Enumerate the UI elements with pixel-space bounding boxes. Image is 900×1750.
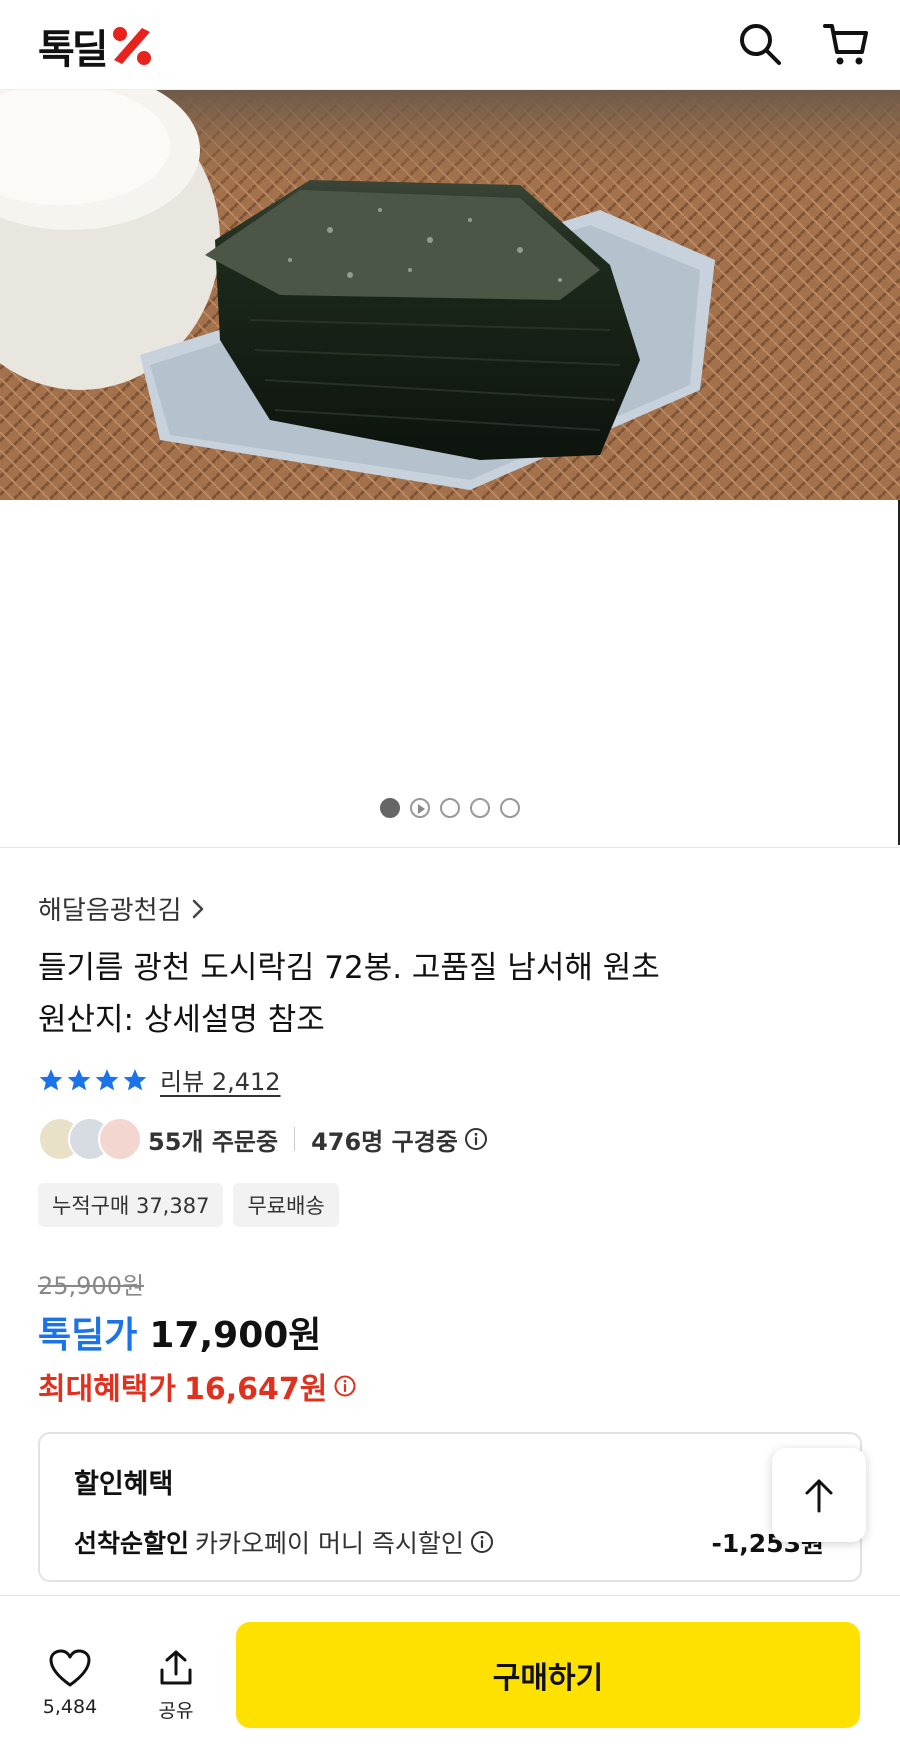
brand-link[interactable]: 해달음광천김 — [38, 890, 206, 927]
product-title: 들기름 광천 도시락김 72봉. 고품질 남서해 원초 원산지: 상세설명 참조 — [38, 942, 858, 1046]
star-icon — [95, 1068, 119, 1090]
search-icon[interactable] — [736, 20, 784, 68]
like-count: 5,484 — [42, 1696, 98, 1718]
section-divider — [0, 847, 900, 848]
product-gallery[interactable] — [0, 90, 900, 845]
title-line: 원산지: 상세설명 참조 — [38, 1002, 325, 1038]
tag-free-shipping: 무료배송 — [233, 1183, 339, 1227]
percent-logo-icon — [112, 27, 151, 65]
tag-cumulative-purchase: 누적구매 37,387 — [38, 1183, 224, 1227]
star-icon — [39, 1068, 63, 1090]
brand-name: 해달음광천김 — [38, 896, 182, 926]
star-rating — [38, 1067, 148, 1093]
info-icon[interactable] — [333, 1374, 357, 1398]
rating-row[interactable]: 리뷰 2,412 — [38, 1062, 281, 1097]
like-button[interactable]: 5,484 — [40, 1648, 100, 1718]
pagination-dot[interactable] — [470, 798, 490, 818]
arrow-up-icon — [805, 1479, 833, 1513]
viewers-count: 476명 구경중 — [311, 1127, 458, 1156]
cart-icon[interactable] — [822, 20, 870, 68]
pagination-dot[interactable] — [380, 798, 400, 818]
review-count: 2,412 — [211, 1068, 281, 1096]
info-icon[interactable] — [464, 1127, 488, 1151]
pagination-dot[interactable] — [440, 798, 460, 818]
max-benefit-row: 최대혜택가 16,647원 — [38, 1364, 357, 1408]
scroll-to-top-button[interactable] — [772, 1448, 866, 1542]
bottom-action-bar: 5,484 공유 구매하기 — [0, 1595, 900, 1750]
avatar — [98, 1117, 142, 1161]
benefit-row: 선착순할인 카카오페이 머니 즉시할인 — [74, 1524, 494, 1560]
deal-price-row: 톡딜가 17,900원 — [38, 1306, 321, 1358]
share-icon — [160, 1650, 192, 1685]
buy-button[interactable]: 구매하기 — [236, 1622, 860, 1728]
share-button[interactable]: 공유 — [146, 1648, 206, 1723]
review-link[interactable]: 리뷰 2,412 — [160, 1062, 281, 1097]
share-label: 공유 — [158, 1700, 194, 1722]
buyer-avatars — [38, 1117, 142, 1161]
max-benefit-label: 최대혜택가 — [38, 1372, 176, 1407]
social-proof: 55개 주문중 476명 구경중 — [38, 1117, 488, 1161]
benefit-title: 할인혜택 — [74, 1469, 174, 1500]
logo-text: 톡딜 — [38, 27, 109, 73]
pagination-video-dot[interactable] — [410, 798, 430, 818]
product-tags: 누적구매 37,387 무료배송 — [38, 1183, 339, 1227]
gallery-pagination — [0, 798, 900, 818]
separator — [294, 1127, 296, 1151]
deal-label: 톡딜가 — [38, 1315, 138, 1356]
top-header: 톡딜 — [0, 0, 900, 90]
logo[interactable]: 톡딜 — [38, 16, 154, 76]
star-icon — [67, 1068, 91, 1090]
info-icon[interactable] — [470, 1530, 494, 1554]
original-price: 25,900원 — [38, 1272, 145, 1300]
benefit-type: 선착순할인 — [74, 1529, 190, 1558]
review-label: 리뷰 — [160, 1068, 205, 1096]
discount-benefit-box[interactable]: 할인혜택 선착순할인 카카오페이 머니 즉시할인 -1,253원 — [38, 1432, 862, 1582]
title-line: 들기름 광천 도시락김 72봉. 고품질 남서해 원초 — [38, 950, 660, 986]
deal-price: 17,900원 — [149, 1315, 322, 1356]
chevron-right-icon — [192, 899, 203, 918]
pagination-dot[interactable] — [500, 798, 520, 818]
heart-icon — [49, 1649, 91, 1687]
max-benefit-price: 16,647원 — [184, 1372, 328, 1407]
product-photo[interactable] — [0, 90, 900, 500]
seaweed-photo-image — [0, 90, 900, 500]
star-icon — [123, 1068, 147, 1090]
benefit-desc: 카카오페이 머니 즉시할인 — [195, 1529, 464, 1558]
orders-count: 55개 주문중 — [148, 1127, 279, 1156]
